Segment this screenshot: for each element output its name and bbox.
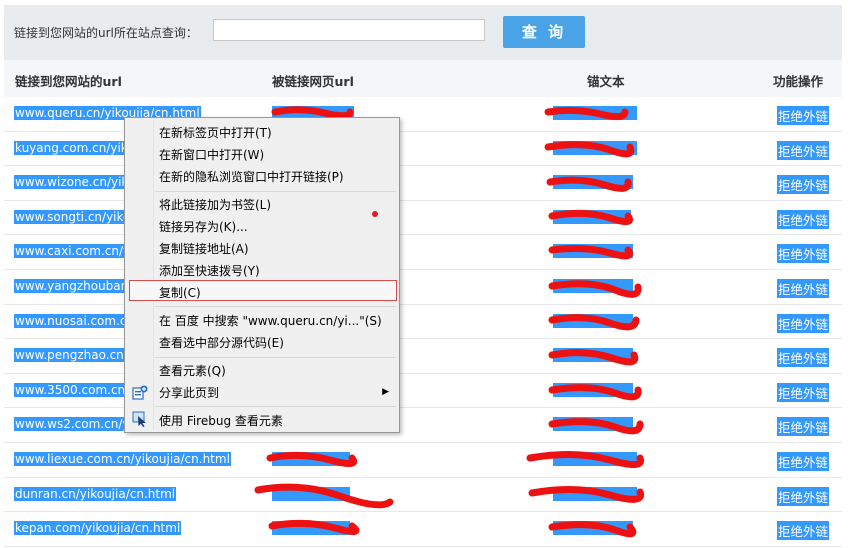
anchor-text-cell <box>549 348 633 363</box>
menu-copy-link-address[interactable]: 复制链接地址(A) <box>159 241 249 257</box>
menu-separator <box>155 357 396 358</box>
anchor-text-cell <box>549 451 637 466</box>
reject-link-button[interactable]: 拒绝外链 <box>777 106 830 125</box>
reject-link-button[interactable]: 拒绝外链 <box>777 417 830 437</box>
menu-separator <box>155 406 396 407</box>
linking-url-link[interactable]: www.ws2.com.cn/y <box>14 417 131 432</box>
menu-copy[interactable]: 复制(C) <box>159 285 201 301</box>
linked-page-cell <box>272 521 350 536</box>
share-plus-icon <box>132 385 148 400</box>
anchor-text-cell <box>549 382 633 397</box>
menu-save-link-as[interactable]: 链接另存为(K)... <box>159 219 248 235</box>
reject-link-button[interactable]: 拒绝外链 <box>777 244 830 264</box>
menu-search-baidu[interactable]: 在 百度 中搜索 "www.queru.cn/yi..."(S) <box>159 313 382 329</box>
menu-separator <box>155 306 396 307</box>
anchor-text-cell <box>549 106 637 120</box>
header-linking-url: 链接到您网站的url <box>15 74 122 89</box>
reject-link-button[interactable]: 拒绝外链 <box>777 521 830 541</box>
table-row: kepan.com/yikoujia/cn.html 拒绝外链 <box>4 512 842 547</box>
linking-url-link[interactable]: kuyang.com.cn/yik <box>14 140 129 155</box>
reject-link-button[interactable]: 拒绝外链 <box>777 313 830 333</box>
table-row: dunran.cn/yikoujia/cn.html 拒绝外链 <box>4 478 842 513</box>
anchor-text-cell <box>549 521 633 536</box>
anchor-text-cell <box>549 244 633 259</box>
linking-url-link[interactable]: www.yangzhouban <box>14 278 130 293</box>
linking-url-link[interactable]: www.3500.com.cn <box>14 382 127 397</box>
firebug-inspect-icon <box>132 411 146 427</box>
linking-url-link[interactable]: www.caxi.com.cn/y <box>14 244 132 259</box>
menu-inspect-element[interactable]: 查看元素(Q) <box>159 363 226 379</box>
reject-link-button[interactable]: 拒绝外链 <box>777 382 830 402</box>
search-bar: 链接到您网站的url所在站点查询： 查 询 <box>4 5 842 60</box>
search-label: 链接到您网站的url所在站点查询： <box>14 26 198 40</box>
reject-link-button[interactable]: 拒绝外链 <box>777 451 830 471</box>
menu-open-new-window[interactable]: 在新窗口中打开(W) <box>159 147 264 163</box>
reject-link-button[interactable]: 拒绝外链 <box>777 348 830 368</box>
anchor-text-cell <box>549 486 637 501</box>
anchor-text-cell <box>549 278 633 293</box>
menu-open-new-tab[interactable]: 在新标签页中打开(T) <box>159 125 272 141</box>
menu-open-private-window[interactable]: 在新的隐私浏览窗口中打开链接(P) <box>159 169 344 185</box>
menu-separator <box>155 191 396 192</box>
reject-link-button[interactable]: 拒绝外链 <box>777 486 830 506</box>
reject-link-button[interactable]: 拒绝外链 <box>777 140 830 160</box>
linking-url-link[interactable]: www.wizone.cn/yik <box>14 175 130 190</box>
search-button[interactable]: 查 询 <box>503 16 585 48</box>
header-linked-page: 被链接网页url <box>272 74 354 89</box>
anchor-text-cell <box>549 175 633 190</box>
linked-page-cell <box>272 486 350 501</box>
table-row: www.liexue.com.cn/yikoujia/cn.html 拒绝外链 <box>4 443 842 478</box>
menu-add-speed-dial[interactable]: 添加至快速拨号(Y) <box>159 263 260 279</box>
menu-share-page[interactable]: 分享此页到 <box>159 385 219 401</box>
menu-view-selection-source[interactable]: 查看选中部分源代码(E) <box>159 335 284 351</box>
reject-link-button[interactable]: 拒绝外链 <box>777 278 830 298</box>
cursor-dot <box>372 211 378 217</box>
table-header: 链接到您网站的url 被链接网页url 锚文本 功能操作 <box>4 60 842 97</box>
anchor-text-cell <box>549 313 633 328</box>
linking-url-link[interactable]: www.liexue.com.cn/yikoujia/cn.html <box>14 451 231 466</box>
linking-url-link[interactable]: www.pengzhao.cn/ <box>14 348 129 363</box>
anchor-text-cell <box>549 209 631 224</box>
search-input[interactable] <box>213 19 485 41</box>
linked-page-cell <box>272 451 350 466</box>
submenu-arrow-icon: ▶ <box>382 387 389 397</box>
menu-bookmark-link[interactable]: 将此链接加为书签(L) <box>159 197 271 213</box>
header-actions: 功能操作 <box>773 74 824 89</box>
linking-url-link[interactable]: www.songti.cn/yiko <box>14 209 132 224</box>
linking-url-link[interactable]: www.nuosai.com.c <box>14 313 128 328</box>
reject-link-button[interactable]: 拒绝外链 <box>777 209 830 229</box>
linking-url-link[interactable]: kepan.com/yikoujia/cn.html <box>14 521 182 536</box>
anchor-text-cell <box>549 140 637 155</box>
anchor-text-cell <box>549 417 633 432</box>
menu-firebug-inspect[interactable]: 使用 Firebug 查看元素 <box>159 413 283 429</box>
linking-url-link[interactable]: dunran.cn/yikoujia/cn.html <box>14 486 177 501</box>
context-menu: 在新标签页中打开(T) 在新窗口中打开(W) 在新的隐私浏览窗口中打开链接(P)… <box>124 117 400 433</box>
header-anchor-text: 锚文本 <box>587 74 625 89</box>
reject-link-button[interactable]: 拒绝外链 <box>777 175 830 195</box>
